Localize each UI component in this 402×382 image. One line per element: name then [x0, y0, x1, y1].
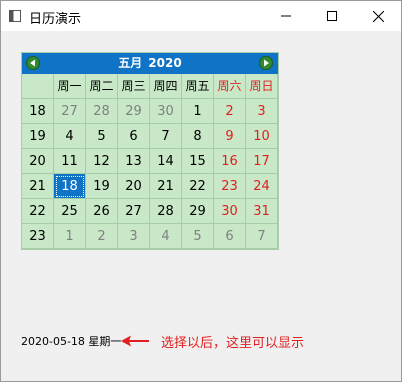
day-cell[interactable]: 22 [182, 174, 214, 199]
day-cell[interactable]: 2 [214, 99, 246, 124]
day-cell[interactable]: 1 [54, 224, 86, 249]
arrow-left-icon [121, 335, 149, 347]
day-cell[interactable]: 23 [214, 174, 246, 199]
selected-date-label: 2020-05-18 星期一 [21, 335, 122, 348]
day-cell[interactable]: 21 [150, 174, 182, 199]
day-cell[interactable]: 13 [118, 149, 150, 174]
calendar-widget[interactable]: 五月 2020 周一 周二 周三 周四 周五 周六 周日 18 27 28 29… [21, 52, 279, 250]
day-cell[interactable]: 29 [182, 199, 214, 224]
day-cell[interactable]: 30 [214, 199, 246, 224]
day-cell[interactable]: 10 [246, 124, 278, 149]
day-cell[interactable]: 25 [54, 199, 86, 224]
week-row: 18 27 28 29 30 1 2 3 [22, 99, 278, 124]
day-cell[interactable]: 6 [214, 224, 246, 249]
day-cell[interactable]: 8 [182, 124, 214, 149]
day-cell-selected[interactable]: 18 [54, 174, 86, 199]
day-cell[interactable]: 20 [118, 174, 150, 199]
weekday-header: 周三 [118, 74, 150, 99]
week-number: 19 [22, 124, 54, 149]
week-number-corner [22, 74, 54, 99]
day-cell[interactable]: 7 [246, 224, 278, 249]
app-window-icon [9, 10, 21, 22]
weekday-header: 周日 [246, 74, 278, 99]
day-cell[interactable]: 24 [246, 174, 278, 199]
weekday-header: 周四 [150, 74, 182, 99]
day-cell[interactable]: 7 [150, 124, 182, 149]
day-cell[interactable]: 17 [246, 149, 278, 174]
week-row: 23 1 2 3 4 5 6 7 [22, 224, 278, 249]
day-cell[interactable]: 6 [118, 124, 150, 149]
day-cell[interactable]: 9 [214, 124, 246, 149]
maximize-button[interactable] [309, 1, 355, 31]
day-cell[interactable]: 1 [182, 99, 214, 124]
main-window: 日历演示 五月 2020 周一 周二 周三 周四 周五 周六 周日 18 27 … [0, 0, 402, 382]
week-row: 19 4 5 6 7 8 9 10 [22, 124, 278, 149]
year-button[interactable]: 2020 [148, 56, 181, 70]
day-cell[interactable]: 30 [150, 99, 182, 124]
window-title: 日历演示 [29, 12, 82, 27]
day-cell[interactable]: 27 [54, 99, 86, 124]
minimize-icon [281, 15, 291, 17]
day-cell[interactable]: 16 [214, 149, 246, 174]
day-cell[interactable]: 4 [150, 224, 182, 249]
week-number: 18 [22, 99, 54, 124]
calendar-grid: 周一 周二 周三 周四 周五 周六 周日 18 27 28 29 30 1 2 … [22, 74, 278, 249]
minimize-button[interactable] [263, 1, 309, 31]
day-cell[interactable]: 15 [182, 149, 214, 174]
week-number: 20 [22, 149, 54, 174]
day-cell[interactable]: 19 [86, 174, 118, 199]
day-cell[interactable]: 27 [118, 199, 150, 224]
week-row: 20 11 12 13 14 15 16 17 [22, 149, 278, 174]
annotation-text: 选择以后，这里可以显示 [161, 336, 305, 351]
day-cell[interactable]: 5 [86, 124, 118, 149]
day-cell[interactable]: 29 [118, 99, 150, 124]
day-cell[interactable]: 3 [118, 224, 150, 249]
day-cell[interactable]: 5 [182, 224, 214, 249]
week-row: 22 25 26 27 28 29 30 31 [22, 199, 278, 224]
week-row: 21 18 19 20 21 22 23 24 [22, 174, 278, 199]
weekday-header: 周五 [182, 74, 214, 99]
day-cell[interactable]: 11 [54, 149, 86, 174]
day-cell[interactable]: 28 [86, 99, 118, 124]
day-cell[interactable]: 28 [150, 199, 182, 224]
weekday-header: 周二 [86, 74, 118, 99]
week-number: 23 [22, 224, 54, 249]
day-cell[interactable]: 14 [150, 149, 182, 174]
next-month-icon[interactable] [259, 56, 273, 70]
day-cell[interactable]: 31 [246, 199, 278, 224]
day-cell[interactable]: 4 [54, 124, 86, 149]
day-cell[interactable]: 2 [86, 224, 118, 249]
weekday-header-row: 周一 周二 周三 周四 周五 周六 周日 [22, 74, 278, 99]
month-year-label: 五月 2020 [22, 53, 278, 74]
weekday-header: 周六 [214, 74, 246, 99]
calendar-nav-bar: 五月 2020 [22, 53, 278, 74]
week-number: 21 [22, 174, 54, 199]
title-bar[interactable]: 日历演示 [1, 1, 401, 31]
close-button[interactable] [355, 1, 401, 31]
maximize-icon [327, 11, 337, 21]
close-icon [372, 10, 384, 22]
day-cell[interactable]: 3 [246, 99, 278, 124]
week-number: 22 [22, 199, 54, 224]
weekday-header: 周一 [54, 74, 86, 99]
day-cell[interactable]: 12 [86, 149, 118, 174]
month-button[interactable]: 五月 [118, 56, 142, 70]
day-cell[interactable]: 26 [86, 199, 118, 224]
